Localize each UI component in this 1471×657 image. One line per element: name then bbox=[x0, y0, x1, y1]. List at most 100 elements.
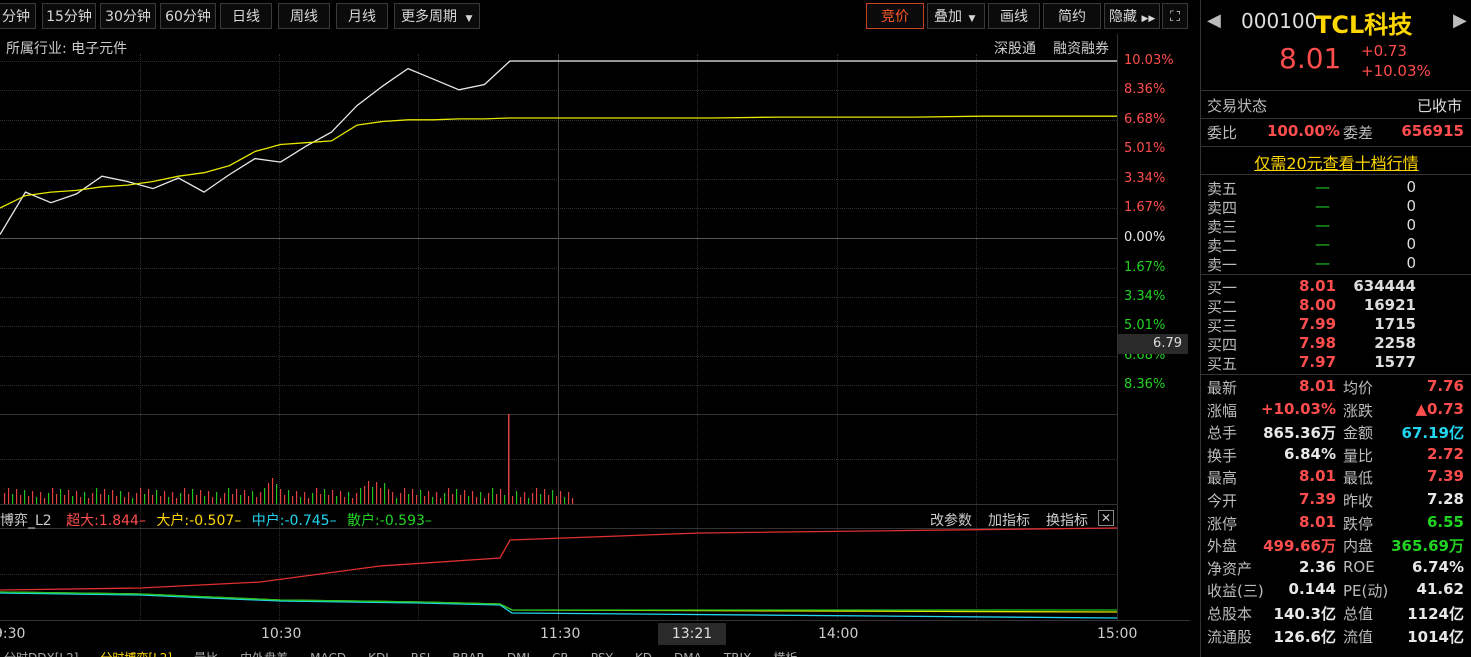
sell-row: 卖四 — 0 bbox=[1201, 197, 1471, 217]
close-icon[interactable]: ✕ bbox=[1098, 510, 1114, 526]
axis-label: 1.67% bbox=[1124, 200, 1166, 215]
bottom-tab[interactable]: CR bbox=[552, 651, 569, 657]
more-periods-dropdown[interactable]: 更多周期 ▼ bbox=[394, 3, 480, 29]
bottom-tab[interactable]: 量比 bbox=[194, 651, 218, 657]
stat-value: 6.84% bbox=[1283, 444, 1336, 463]
buy-row: 买二 8.00 16921 bbox=[1201, 296, 1471, 316]
sell-row: 卖一 — 0 bbox=[1201, 254, 1471, 274]
bottom-tab[interactable]: 分时博弈[L2] bbox=[100, 651, 172, 657]
volume-bar bbox=[420, 490, 422, 504]
volume-bar bbox=[332, 490, 334, 504]
simple-button[interactable]: 简约 bbox=[1043, 3, 1101, 29]
next-stock-arrow-icon[interactable]: ▶ bbox=[1453, 10, 1467, 31]
period-15min-button[interactable]: 15分钟 bbox=[42, 3, 96, 29]
volume-bar bbox=[300, 497, 302, 504]
stat-label: 涨停 bbox=[1207, 514, 1238, 533]
stat-value: 2.72 bbox=[1426, 444, 1464, 463]
volume-bar bbox=[468, 496, 470, 504]
volume-bar bbox=[564, 497, 566, 504]
switch-indicator-button[interactable]: 换指标 bbox=[1046, 510, 1088, 530]
axis-label: 10.03% bbox=[1124, 53, 1174, 68]
volume-bar bbox=[444, 493, 446, 504]
volume-bar bbox=[168, 497, 170, 504]
volume-bar bbox=[148, 489, 150, 504]
buy-label: 买二 bbox=[1207, 298, 1238, 316]
period-toolbar: 分钟 15分钟 30分钟 60分钟 日线 周线 月线 更多周期 ▼ 竞价 叠加 … bbox=[0, 0, 1190, 34]
period-60min-button[interactable]: 60分钟 bbox=[160, 3, 216, 29]
buy-row: 买三 7.99 1715 bbox=[1201, 315, 1471, 335]
status-value: 已收市 bbox=[1416, 97, 1462, 115]
stat-row: 净资产 2.36 ROE 6.74% bbox=[1201, 558, 1471, 580]
auction-button[interactable]: 竞价 bbox=[866, 3, 924, 29]
stat-row: 总手 865.36万 金额 67.19亿 bbox=[1201, 422, 1471, 444]
volume-bar bbox=[112, 490, 114, 504]
volume-bar bbox=[60, 489, 62, 504]
axis-label: 1.67% bbox=[1124, 260, 1166, 275]
bottom-tab[interactable]: RSI bbox=[411, 651, 431, 657]
stat-label: 流值 bbox=[1343, 627, 1374, 646]
axis-label: 5.01% bbox=[1124, 141, 1166, 156]
volume-bar bbox=[540, 494, 542, 504]
volume-bar bbox=[556, 496, 558, 504]
volume-bar bbox=[264, 488, 266, 504]
period-daily-button[interactable]: 日线 bbox=[220, 3, 272, 29]
volume-bar bbox=[336, 496, 338, 504]
buy-price: 7.98 bbox=[1299, 334, 1337, 352]
bottom-tab[interactable]: 分时DDX[L2] bbox=[4, 651, 78, 657]
period-weekly-button[interactable]: 周线 bbox=[278, 3, 330, 29]
volume-bar bbox=[536, 488, 538, 504]
bottom-tab[interactable]: BRAR bbox=[452, 651, 485, 657]
bottom-tab[interactable]: KD bbox=[635, 651, 652, 657]
bottom-tab[interactable]: TRIX bbox=[724, 651, 751, 657]
weibi-row: 委比 100.00% 委差 656915 bbox=[1201, 122, 1471, 144]
stat-row: 流通股 126.6亿 流值 1014亿 bbox=[1201, 626, 1471, 648]
fullscreen-icon[interactable]: ⛶ bbox=[1162, 3, 1188, 29]
prev-stock-arrow-icon[interactable]: ◀ bbox=[1207, 10, 1221, 31]
buy-volume: 1577 bbox=[1374, 353, 1416, 371]
volume-bar bbox=[428, 491, 430, 504]
volume-bar bbox=[232, 494, 234, 504]
volume-bar bbox=[96, 488, 98, 504]
volume-bar bbox=[528, 498, 530, 504]
volume-bar bbox=[324, 489, 326, 504]
volume-bar bbox=[224, 493, 226, 504]
stat-label: 总股本 bbox=[1207, 605, 1253, 623]
bottom-tab[interactable]: MACD bbox=[310, 651, 346, 657]
sell-row: 卖五 — 0 bbox=[1201, 178, 1471, 198]
volume-bar bbox=[340, 491, 342, 504]
promo-link[interactable]: 仅需20元查看十档行情 bbox=[1254, 154, 1418, 173]
stat-value: 365.69万 bbox=[1391, 537, 1464, 556]
period-monthly-button[interactable]: 月线 bbox=[336, 3, 388, 29]
volume-bar bbox=[572, 498, 574, 504]
volume-bar bbox=[320, 494, 322, 504]
avg-price-line bbox=[0, 115, 1117, 209]
period-1min-button[interactable]: 分钟 bbox=[0, 3, 36, 29]
volume-bar bbox=[440, 498, 442, 504]
sell-row: 卖二 — 0 bbox=[1201, 235, 1471, 255]
period-30min-button[interactable]: 30分钟 bbox=[100, 3, 156, 29]
stock-change: +0.73 bbox=[1361, 42, 1407, 60]
bottom-tab[interactable]: PSY bbox=[591, 651, 613, 657]
volume-bar bbox=[192, 489, 194, 504]
volume-bar bbox=[424, 496, 426, 504]
bottom-tab[interactable]: 横析 bbox=[773, 651, 797, 657]
bottom-tab[interactable]: KDJ bbox=[368, 651, 389, 657]
draw-line-button[interactable]: 画线 bbox=[988, 3, 1040, 29]
overlay-dropdown[interactable]: 叠加 ▼ bbox=[927, 3, 985, 29]
add-indicator-button[interactable]: 加指标 bbox=[988, 510, 1030, 530]
indicator-super: 超大:1.844 bbox=[66, 513, 139, 529]
hide-button[interactable]: 隐藏 ▶▶ bbox=[1104, 3, 1160, 29]
stat-label: ROE bbox=[1343, 557, 1375, 576]
stat-label: 外盘 bbox=[1207, 537, 1238, 556]
stat-value: 7.39 bbox=[1298, 490, 1336, 508]
indicator-legend: 博弈_L2 超大:1.844– 大户:-0.507– 中户:-0.745– 散户… bbox=[0, 513, 432, 529]
bottom-tab[interactable]: DMA bbox=[674, 651, 702, 657]
volume-bar bbox=[560, 491, 562, 504]
stat-label: 今开 bbox=[1207, 492, 1238, 510]
bottom-tab[interactable]: 内外盘差 bbox=[240, 651, 288, 657]
volume-bar bbox=[524, 492, 526, 504]
bottom-tab[interactable]: DMI bbox=[507, 651, 530, 657]
volume-bar bbox=[48, 493, 50, 504]
edit-params-button[interactable]: 改参数 bbox=[930, 510, 972, 530]
price-line bbox=[0, 60, 1117, 235]
